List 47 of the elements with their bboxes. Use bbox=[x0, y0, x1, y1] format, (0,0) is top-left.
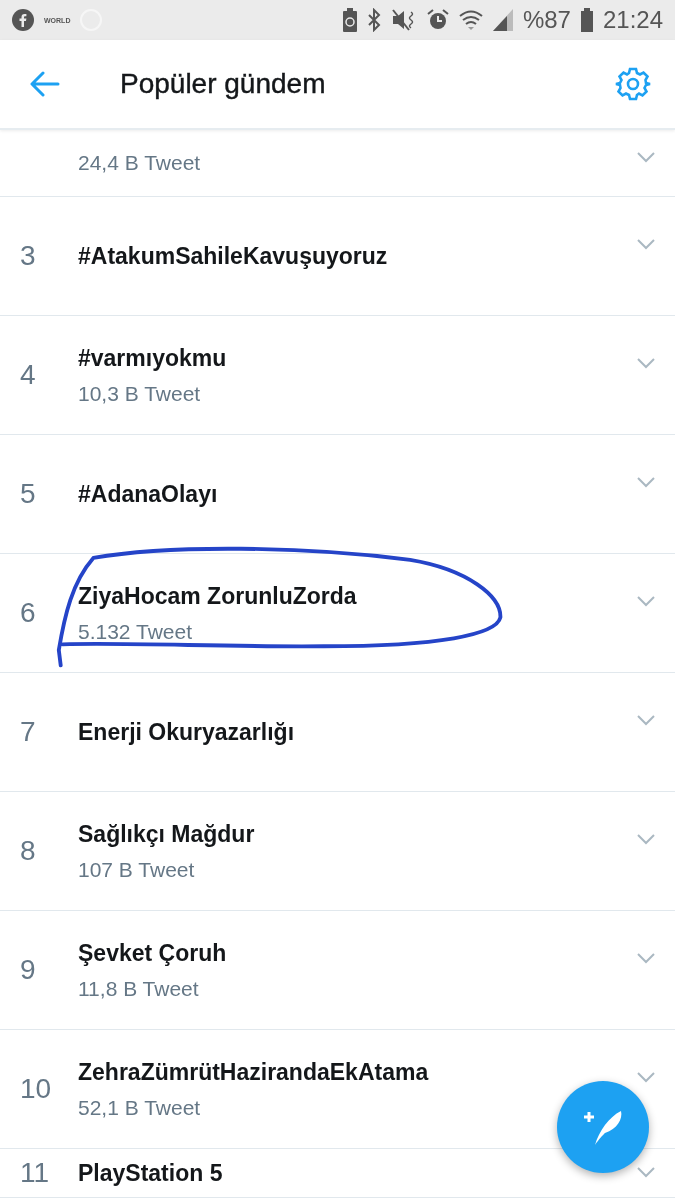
trend-title[interactable]: Şevket Çoruh bbox=[78, 939, 227, 967]
chevron-down-icon[interactable] bbox=[637, 152, 655, 163]
bluetooth-icon bbox=[366, 8, 381, 32]
chevron-down-icon[interactable] bbox=[637, 715, 655, 726]
tweet-count: 24,4 B Tweet bbox=[78, 151, 201, 175]
trend-title[interactable]: #varmıyokmu bbox=[78, 344, 227, 372]
trend-title[interactable]: Sağlıkçı Mağdur bbox=[78, 820, 255, 848]
trend-rank: 7 bbox=[20, 716, 37, 748]
alarm-icon bbox=[426, 8, 449, 32]
trend-title[interactable]: #AtakumSahileKavuşuyoruz bbox=[78, 242, 388, 270]
page-title: Popüler gündem bbox=[120, 68, 327, 100]
facebook-icon bbox=[12, 9, 34, 31]
chevron-down-icon[interactable] bbox=[637, 477, 655, 488]
chevron-down-icon[interactable] bbox=[637, 596, 655, 607]
tweet-count: 10,3 B Tweet bbox=[78, 381, 201, 406]
chevron-down-icon[interactable] bbox=[637, 358, 655, 369]
clock-time: 21:24 bbox=[602, 6, 663, 34]
back-arrow-icon[interactable] bbox=[30, 71, 60, 97]
trend-rank: 6 bbox=[20, 597, 37, 629]
battery-saver-icon bbox=[342, 8, 357, 32]
trend-rank: 9 bbox=[20, 954, 37, 986]
battery-percentage: %87 bbox=[522, 6, 571, 34]
trend-rank: 5 bbox=[20, 478, 37, 510]
trend-rank: 11 bbox=[20, 1157, 51, 1189]
trend-rank: 4 bbox=[20, 359, 37, 391]
battery-icon bbox=[580, 8, 593, 32]
chevron-down-icon[interactable] bbox=[637, 1072, 655, 1083]
chevron-down-icon[interactable] bbox=[637, 953, 655, 964]
trend-title[interactable]: PlayStation 5 bbox=[78, 1159, 223, 1187]
chevron-down-icon[interactable] bbox=[637, 834, 655, 845]
settings-icon[interactable] bbox=[615, 66, 651, 102]
trend-rank: 10 bbox=[20, 1073, 53, 1105]
wifi-icon bbox=[458, 8, 483, 32]
signal-icon bbox=[492, 9, 513, 31]
tweet-count: 11,8 B Tweet bbox=[78, 976, 199, 1001]
chevron-down-icon[interactable] bbox=[637, 1167, 655, 1178]
tweet-count: 107 B Tweet bbox=[78, 857, 195, 882]
tweet-count: 5.132 Tweet bbox=[78, 619, 193, 644]
trend-title[interactable]: #AdanaOlayı bbox=[78, 480, 218, 508]
trend-title[interactable]: Enerji Okuryazarlığı bbox=[78, 718, 295, 746]
compose-tweet-button[interactable] bbox=[557, 1081, 649, 1173]
tweet-count: 52,1 B Tweet bbox=[78, 1095, 201, 1120]
trend-title[interactable]: ZiyaHocam ZorunluZorda bbox=[78, 582, 357, 610]
trend-rank: 8 bbox=[20, 835, 37, 867]
trend-rank: 3 bbox=[20, 240, 37, 272]
trend-title[interactable]: ZehraZümrütHazirandaEkAtama bbox=[78, 1058, 429, 1086]
chevron-down-icon[interactable] bbox=[637, 239, 655, 250]
